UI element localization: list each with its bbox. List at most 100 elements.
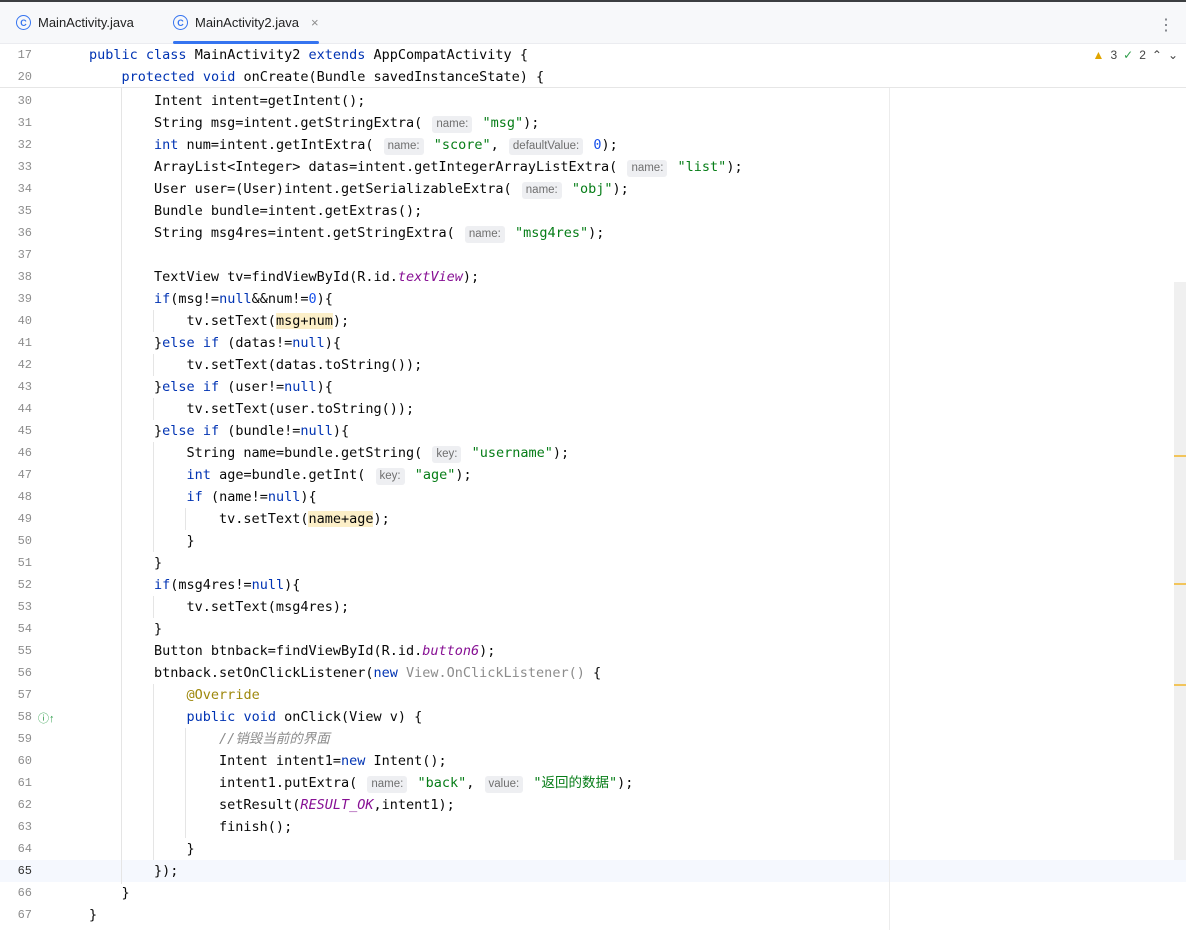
code-line[interactable]: 44 tv.setText(user.toString()); xyxy=(0,398,1186,420)
code-line[interactable]: 65 }); xyxy=(0,860,1186,882)
code-line[interactable]: 67} xyxy=(0,904,1186,926)
line-number: 39 xyxy=(17,292,32,306)
code-line[interactable]: 61 intent1.putExtra( name: "back", value… xyxy=(0,772,1186,794)
code-text: intent1.putExtra( name: "back", value: "… xyxy=(89,775,634,793)
code-text: User user=(User)intent.getSerializableEx… xyxy=(89,181,629,199)
line-number: 41 xyxy=(17,336,32,350)
more-options-icon[interactable]: ⋮ xyxy=(1158,15,1174,35)
code-text: if(msg4res!=null){ xyxy=(154,577,301,593)
warning-stripe-mark[interactable] xyxy=(1174,455,1186,457)
code-line[interactable]: 52 if(msg4res!=null){ xyxy=(0,574,1186,596)
code-text: String msg=intent.getStringExtra( name: … xyxy=(89,115,540,133)
code-text: }); xyxy=(89,863,179,879)
code-line[interactable]: 41 }else if (datas!=null){ xyxy=(0,332,1186,354)
close-icon[interactable]: × xyxy=(311,15,319,30)
code-line[interactable]: 17 public class MainActivity2 extends App… xyxy=(0,44,1186,66)
code-text: Intent intent=getIntent(); xyxy=(89,93,366,109)
code-text: tv.setText(msg+num); xyxy=(89,313,350,329)
line-number: 37 xyxy=(17,248,32,262)
code-line[interactable]: 57 @Override xyxy=(0,684,1186,706)
code-line[interactable]: 30 Intent intent=getIntent(); xyxy=(0,90,1186,112)
line-number: 36 xyxy=(17,226,32,240)
code-line[interactable]: 60 Intent intent1=new Intent(); xyxy=(0,750,1186,772)
line-number: 51 xyxy=(17,556,32,570)
vertical-scrollbar[interactable] xyxy=(1174,282,1186,860)
tab-label: MainActivity2.java xyxy=(195,15,300,30)
code-line[interactable]: 66 } xyxy=(0,882,1186,904)
code-line[interactable]: 55 Button btnback=findViewById(R.id.butt… xyxy=(0,640,1186,662)
code-line[interactable]: 32 int num=intent.getIntExtra( name: "sc… xyxy=(0,134,1186,156)
line-number: 45 xyxy=(17,424,32,438)
code-text: //销毁当前的界面 xyxy=(219,731,330,747)
line-number: 38 xyxy=(17,270,32,284)
line-number: 20 xyxy=(17,70,32,84)
code-line[interactable]: 20 protected void onCreate(Bundle savedI… xyxy=(0,66,1186,88)
code-text: tv.setText(name+age); xyxy=(89,511,390,527)
code-text: tv.setText(user.toString()); xyxy=(89,401,415,417)
code-text: Button btnback=findViewById(R.id.button6… xyxy=(89,643,496,659)
code-text: protected void onCreate(Bundle savedInst… xyxy=(121,69,545,85)
code-text: } xyxy=(89,907,98,923)
implements-method-gutter-icon[interactable]: ⓘ↑ xyxy=(38,710,55,726)
code-text: tv.setText(msg4res); xyxy=(89,599,350,615)
code-line[interactable]: 45 }else if (bundle!=null){ xyxy=(0,420,1186,442)
code-line[interactable]: 64 } xyxy=(0,838,1186,860)
code-line[interactable]: 51 } xyxy=(0,552,1186,574)
code-text: TextView tv=findViewById(R.id.textView); xyxy=(89,269,480,285)
code-line[interactable]: 36 String msg4res=intent.getStringExtra(… xyxy=(0,222,1186,244)
line-number: 32 xyxy=(17,138,32,152)
code-line[interactable]: 38 TextView tv=findViewById(R.id.textVie… xyxy=(0,266,1186,288)
line-number: 52 xyxy=(17,578,32,592)
code-line[interactable]: 31 String msg=intent.getStringExtra( nam… xyxy=(0,112,1186,134)
code-line[interactable]: 40 tv.setText(msg+num); xyxy=(0,310,1186,332)
code-line[interactable]: 48 if (name!=null){ xyxy=(0,486,1186,508)
code-line[interactable]: 50 } xyxy=(0,530,1186,552)
code-line[interactable]: 34 User user=(User)intent.getSerializabl… xyxy=(0,178,1186,200)
code-text: } xyxy=(89,555,163,571)
code-text: }else if (bundle!=null){ xyxy=(89,423,350,439)
line-number: 53 xyxy=(17,600,32,614)
line-number: 66 xyxy=(17,886,32,900)
code-line[interactable]: 56 btnback.setOnClickListener(new View.O… xyxy=(0,662,1186,684)
code-line[interactable]: 35 Bundle bundle=intent.getExtras(); xyxy=(0,200,1186,222)
line-number: 46 xyxy=(17,446,32,460)
code-line[interactable]: 42 tv.setText(datas.toString()); xyxy=(0,354,1186,376)
code-line[interactable]: 63 finish(); xyxy=(0,816,1186,838)
line-number: 49 xyxy=(17,512,32,526)
tab-label: MainActivity.java xyxy=(38,15,134,30)
code-line[interactable]: 33 ArrayList<Integer> datas=intent.getIn… xyxy=(0,156,1186,178)
line-number: 62 xyxy=(17,798,32,812)
code-text: } xyxy=(89,841,195,857)
code-text: } xyxy=(89,621,163,637)
code-line[interactable]: 43 }else if (user!=null){ xyxy=(0,376,1186,398)
code-text: ArrayList<Integer> datas=intent.getInteg… xyxy=(89,159,743,177)
tab-mainactivity2-java[interactable]: C MainActivity2.java × xyxy=(173,2,319,44)
line-number: 44 xyxy=(17,402,32,416)
code-line[interactable]: 54 } xyxy=(0,618,1186,640)
code-line[interactable]: 59 //销毁当前的界面 xyxy=(0,728,1186,750)
code-text: Intent intent1=new Intent(); xyxy=(89,753,447,769)
code-text: int age=bundle.getInt( key: "age"); xyxy=(186,467,472,485)
code-text: public class MainActivity2 extends AppCo… xyxy=(89,47,528,63)
code-line[interactable]: 37 xyxy=(0,244,1186,266)
code-line[interactable]: 39 if(msg!=null&&num!=0){ xyxy=(0,288,1186,310)
code-line[interactable]: 46 String name=bundle.getString( key: "u… xyxy=(0,442,1186,464)
line-number: 50 xyxy=(17,534,32,548)
warning-stripe-mark[interactable] xyxy=(1174,583,1186,585)
line-number: 48 xyxy=(17,490,32,504)
code-line[interactable]: 58 public void onClick(View v) { xyxy=(0,706,1186,728)
line-number: 64 xyxy=(17,842,32,856)
warning-stripe-mark[interactable] xyxy=(1174,684,1186,686)
code-line[interactable]: 47 int age=bundle.getInt( key: "age"); xyxy=(0,464,1186,486)
code-line[interactable]: 49 tv.setText(name+age); xyxy=(0,508,1186,530)
tab-mainactivity-java[interactable]: C MainActivity.java xyxy=(16,2,134,43)
code-line[interactable]: 62 setResult(RESULT_OK,intent1); xyxy=(0,794,1186,816)
line-number: 59 xyxy=(17,732,32,746)
code-text: finish(); xyxy=(89,819,293,835)
code-line[interactable]: 53 tv.setText(msg4res); xyxy=(0,596,1186,618)
code-text: btnback.setOnClickListener(new View.OnCl… xyxy=(89,665,602,681)
line-number: 40 xyxy=(17,314,32,328)
line-number: 60 xyxy=(17,754,32,768)
code-text: String msg4res=intent.getStringExtra( na… xyxy=(89,225,605,243)
line-number: 55 xyxy=(17,644,32,658)
